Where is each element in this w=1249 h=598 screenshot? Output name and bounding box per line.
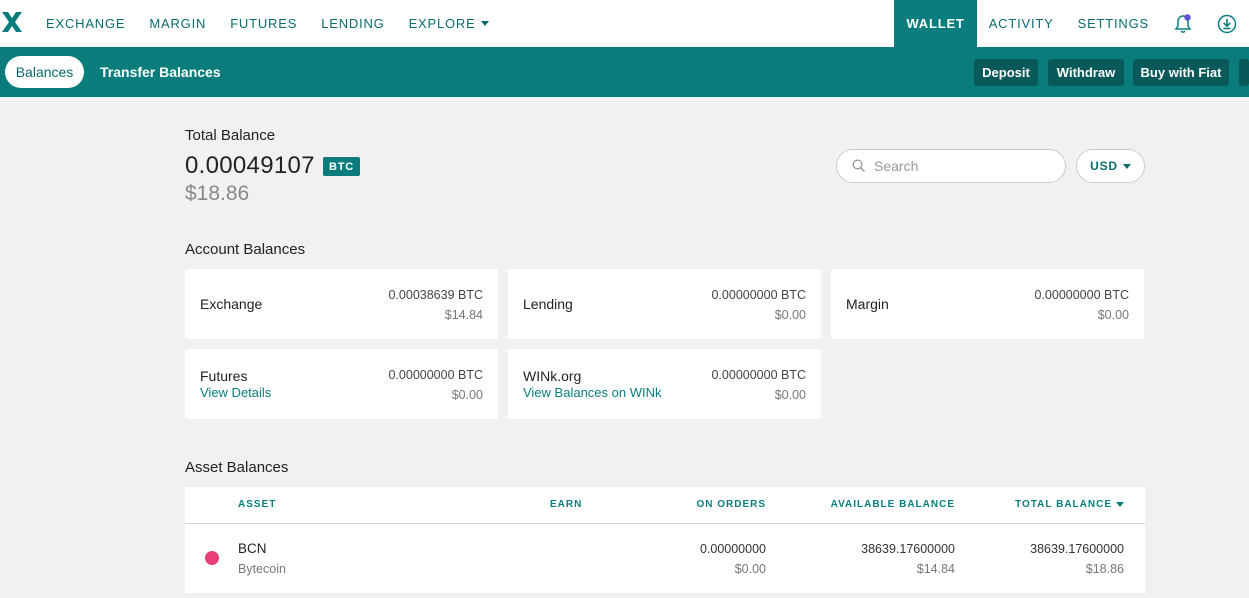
view-balances-wink-link[interactable]: View Balances on WINk: [523, 385, 662, 400]
deposit-button[interactable]: Deposit: [974, 59, 1038, 86]
account-btc-value: 0.00000000 BTC: [711, 288, 806, 302]
currency-value: USD: [1090, 159, 1118, 173]
top-navigation: EXCHANGE MARGIN FUTURES LENDING EXPLORE …: [0, 0, 1249, 47]
nav-settings[interactable]: SETTINGS: [1066, 0, 1161, 47]
nav-wallet[interactable]: WALLET: [894, 0, 977, 47]
poloniex-logo[interactable]: [0, 10, 24, 34]
account-usd-value: $14.84: [444, 308, 483, 322]
column-header-asset[interactable]: ASSET: [238, 499, 276, 510]
search-input[interactable]: [874, 158, 1044, 174]
column-header-total-balance-label: TOTAL BALANCE: [1015, 499, 1112, 510]
bell-icon: [1174, 13, 1192, 33]
account-name: WINk.org: [523, 368, 582, 384]
account-name: Exchange: [200, 296, 263, 312]
view-details-link[interactable]: View Details: [200, 385, 271, 400]
caret-down-icon: [480, 21, 489, 26]
on-orders-value: 0.00000000: [699, 542, 766, 556]
total-balance-btc: 0.00049107: [185, 152, 315, 179]
tab-transfer-balances[interactable]: Transfer Balances: [100, 56, 221, 88]
nav-lending[interactable]: LENDING: [321, 16, 384, 31]
notifications-button[interactable]: [1161, 0, 1205, 47]
nav-explore[interactable]: EXPLORE: [409, 16, 489, 31]
asset-balances-title: Asset Balances: [185, 459, 289, 476]
available-balance-usd: $14.84: [916, 562, 955, 576]
nav-margin[interactable]: MARGIN: [149, 16, 206, 31]
account-name: Futures: [200, 368, 248, 384]
btc-badge: BTC: [323, 157, 361, 176]
column-header-total-balance[interactable]: TOTAL BALANCE: [1015, 499, 1124, 510]
account-usd-value: $0.00: [774, 388, 806, 402]
account-btc-value: 0.00000000 BTC: [388, 368, 483, 382]
bytecoin-coin-icon: [205, 551, 219, 565]
account-usd-value: $0.00: [1097, 308, 1129, 322]
account-card-lending[interactable]: Lending 0.00000000 BTC $0.00: [508, 269, 821, 339]
asset-name: Bytecoin: [238, 562, 286, 576]
total-balance-value: 38639.17600000: [1030, 542, 1124, 556]
tab-balances[interactable]: Balances: [5, 56, 84, 88]
account-card-margin[interactable]: Margin 0.00000000 BTC $0.00: [831, 269, 1144, 339]
account-name: Margin: [846, 296, 889, 312]
wallet-subnav: Balances Transfer Balances Deposit Withd…: [0, 47, 1249, 97]
nav-futures[interactable]: FUTURES: [230, 16, 297, 31]
account-card-exchange[interactable]: Exchange 0.00038639 BTC $14.84: [185, 269, 498, 339]
asset-symbol: BCN: [238, 541, 267, 556]
account-name: Lending: [523, 296, 573, 312]
nav-exchange[interactable]: EXCHANGE: [46, 16, 125, 31]
currency-select[interactable]: USD: [1076, 149, 1145, 183]
account-balances-title: Account Balances: [185, 241, 306, 258]
account-btc-value: 0.00038639 BTC: [388, 288, 483, 302]
column-header-earn[interactable]: EARN: [550, 499, 582, 510]
withdraw-button[interactable]: Withdraw: [1048, 59, 1124, 86]
nav-activity[interactable]: ACTIVITY: [977, 0, 1066, 47]
account-btc-value: 0.00000000 BTC: [711, 368, 806, 382]
chevron-down-icon: [1122, 163, 1131, 169]
account-btc-value: 0.00000000 BTC: [1034, 288, 1129, 302]
account-card-futures[interactable]: Futures View Details 0.00000000 BTC $0.0…: [185, 349, 498, 419]
nav-explore-label: EXPLORE: [408, 16, 476, 31]
more-button-partial[interactable]: [1239, 59, 1249, 86]
total-balance-usd: $18.86: [1085, 562, 1124, 576]
download-circle-icon: [1217, 14, 1237, 33]
search-icon: [852, 159, 865, 172]
total-balance-usd: $18.86: [185, 182, 250, 205]
table-header-divider: [185, 523, 1145, 524]
column-header-available-balance[interactable]: AVAILABLE BALANCE: [831, 499, 955, 510]
account-card-wink[interactable]: WINk.org View Balances on WINk 0.0000000…: [508, 349, 821, 419]
asset-balances-table: ASSET EARN ON ORDERS AVAILABLE BALANCE T…: [185, 487, 1145, 593]
account-usd-value: $0.00: [451, 388, 483, 402]
download-button[interactable]: [1205, 0, 1249, 47]
available-balance-value: 38639.17600000: [861, 542, 955, 556]
sort-desc-icon: [1116, 502, 1124, 507]
account-usd-value: $0.00: [774, 308, 806, 322]
buy-with-fiat-button[interactable]: Buy with Fiat: [1133, 59, 1229, 86]
search-field[interactable]: [836, 149, 1066, 183]
total-balance-label: Total Balance: [185, 127, 276, 144]
on-orders-usd: $0.00: [734, 562, 766, 576]
column-header-on-orders[interactable]: ON ORDERS: [696, 499, 766, 510]
